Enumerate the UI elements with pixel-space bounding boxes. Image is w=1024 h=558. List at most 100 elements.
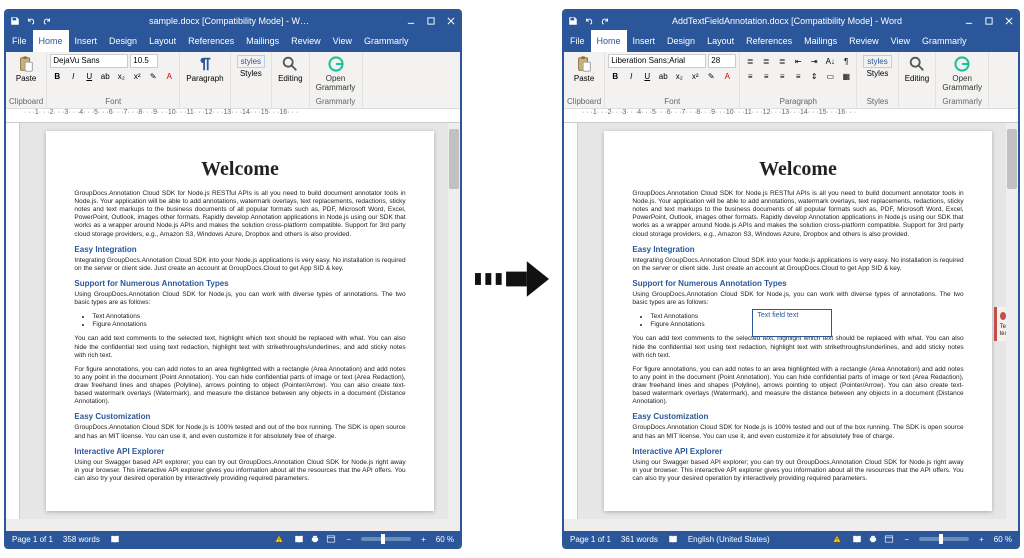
font-color-button[interactable]: A [162,69,176,83]
highlight-button[interactable]: ✎ [146,69,160,83]
grammarly-button[interactable]: Open Grammarly [313,54,359,93]
indent-inc-button[interactable]: ⇥ [807,54,821,68]
minimize-icon[interactable] [964,16,974,26]
redo-icon[interactable] [600,16,610,26]
tab-layout[interactable]: Layout [701,30,740,52]
warning-icon[interactable] [832,534,842,544]
zoom-level[interactable]: 60 % [436,535,454,544]
tab-review[interactable]: Review [843,30,885,52]
tab-references[interactable]: References [740,30,798,52]
tab-layout[interactable]: Layout [143,30,182,52]
sort-button[interactable]: A↓ [823,54,837,68]
zoom-out[interactable]: − [904,535,909,544]
vertical-ruler[interactable] [6,123,20,519]
strike-button[interactable]: ab [98,69,112,83]
proofing-icon[interactable] [668,534,678,544]
tell-me[interactable]: Tell me [973,30,1020,52]
warning-icon[interactable] [274,534,284,544]
grammarly-button[interactable]: Open Grammarly [939,54,985,93]
document-page[interactable]: Welcome GroupDocs.Annotation Cloud SDK f… [604,131,991,511]
zoom-in[interactable]: + [979,535,984,544]
show-marks-button[interactable]: ¶ [839,54,853,68]
tab-review[interactable]: Review [285,30,327,52]
font-name-select[interactable]: Liberation Sans;Arial [608,54,706,68]
line-spacing-button[interactable]: ⇕ [807,69,821,83]
print-layout-icon[interactable] [868,534,878,544]
tab-insert[interactable]: Insert [627,30,662,52]
status-words[interactable]: 358 words [63,535,100,544]
subscript-button[interactable]: x₂ [672,69,686,83]
zoom-level[interactable]: 60 % [994,535,1012,544]
horizontal-scrollbar[interactable] [6,519,460,531]
shading-button[interactable]: ▭ [823,69,837,83]
paragraph-button[interactable]: Paragraph [183,54,226,84]
font-color-button[interactable]: A [720,69,734,83]
styles-button[interactable]: stylesStyles [234,54,268,79]
tab-file[interactable]: File [6,30,33,52]
read-mode-icon[interactable] [294,534,304,544]
document-page[interactable]: Welcome GroupDocs.Annotation Cloud SDK f… [46,131,433,511]
tell-me[interactable]: Tell me [415,30,462,52]
undo-icon[interactable] [584,16,594,26]
proofing-icon[interactable] [110,534,120,544]
italic-button[interactable]: I [66,69,80,83]
zoom-in[interactable]: + [421,535,426,544]
print-layout-icon[interactable] [310,534,320,544]
tab-grammarly[interactable]: Grammarly [358,30,415,52]
paste-button[interactable]: Paste [571,54,597,84]
paste-button[interactable]: Paste [13,54,39,84]
align-justify-button[interactable]: ≡ [791,69,805,83]
status-language[interactable]: English (United States) [688,535,770,544]
align-left-button[interactable]: ≡ [743,69,757,83]
vertical-scrollbar[interactable] [1006,123,1018,519]
status-words[interactable]: 361 words [621,535,658,544]
tab-home[interactable]: Home [33,30,69,52]
web-layout-icon[interactable] [326,534,336,544]
vertical-ruler[interactable] [564,123,578,519]
font-size-select[interactable]: 10.5 [130,54,158,68]
align-right-button[interactable]: ≡ [775,69,789,83]
zoom-slider[interactable] [361,537,411,541]
web-layout-icon[interactable] [884,534,894,544]
zoom-knob[interactable] [381,534,385,544]
read-mode-icon[interactable] [852,534,862,544]
zoom-knob[interactable] [939,534,943,544]
bold-button[interactable]: B [608,69,622,83]
tab-insert[interactable]: Insert [69,30,104,52]
tab-mailings[interactable]: Mailings [240,30,285,52]
status-page[interactable]: Page 1 of 1 [12,535,53,544]
tab-view[interactable]: View [885,30,916,52]
status-page[interactable]: Page 1 of 1 [570,535,611,544]
font-size-select[interactable]: 28 [708,54,736,68]
minimize-icon[interactable] [406,16,416,26]
tab-mailings[interactable]: Mailings [798,30,843,52]
text-field-annotation[interactable]: Text field text [752,309,832,337]
tab-design[interactable]: Design [103,30,143,52]
scrollbar-thumb[interactable] [449,129,459,189]
borders-button[interactable]: ▦ [839,69,853,83]
superscript-button[interactable]: x² [130,69,144,83]
tab-view[interactable]: View [327,30,358,52]
tab-home[interactable]: Home [591,30,627,52]
editing-button[interactable]: Editing [902,54,932,84]
numbering-button[interactable]: ≣ [759,54,773,68]
horizontal-ruler[interactable]: · · ·1· · ·2· · ·3· · ·4· · ·5· · ·6· · … [564,109,1018,123]
tab-grammarly[interactable]: Grammarly [916,30,973,52]
bold-button[interactable]: B [50,69,64,83]
zoom-out[interactable]: − [346,535,351,544]
underline-button[interactable]: U [82,69,96,83]
font-name-select[interactable]: DejaVu Sans [50,54,128,68]
superscript-button[interactable]: x² [688,69,702,83]
align-center-button[interactable]: ≡ [759,69,773,83]
horizontal-scrollbar[interactable] [564,519,1018,531]
italic-button[interactable]: I [624,69,638,83]
vertical-scrollbar[interactable] [448,123,460,519]
redo-icon[interactable] [42,16,52,26]
tab-file[interactable]: File [564,30,591,52]
subscript-button[interactable]: x₂ [114,69,128,83]
save-icon[interactable] [10,16,20,26]
styles-button[interactable]: stylesStyles [860,54,894,79]
strike-button[interactable]: ab [656,69,670,83]
bullets-button[interactable]: ≣ [743,54,757,68]
indent-dec-button[interactable]: ⇤ [791,54,805,68]
